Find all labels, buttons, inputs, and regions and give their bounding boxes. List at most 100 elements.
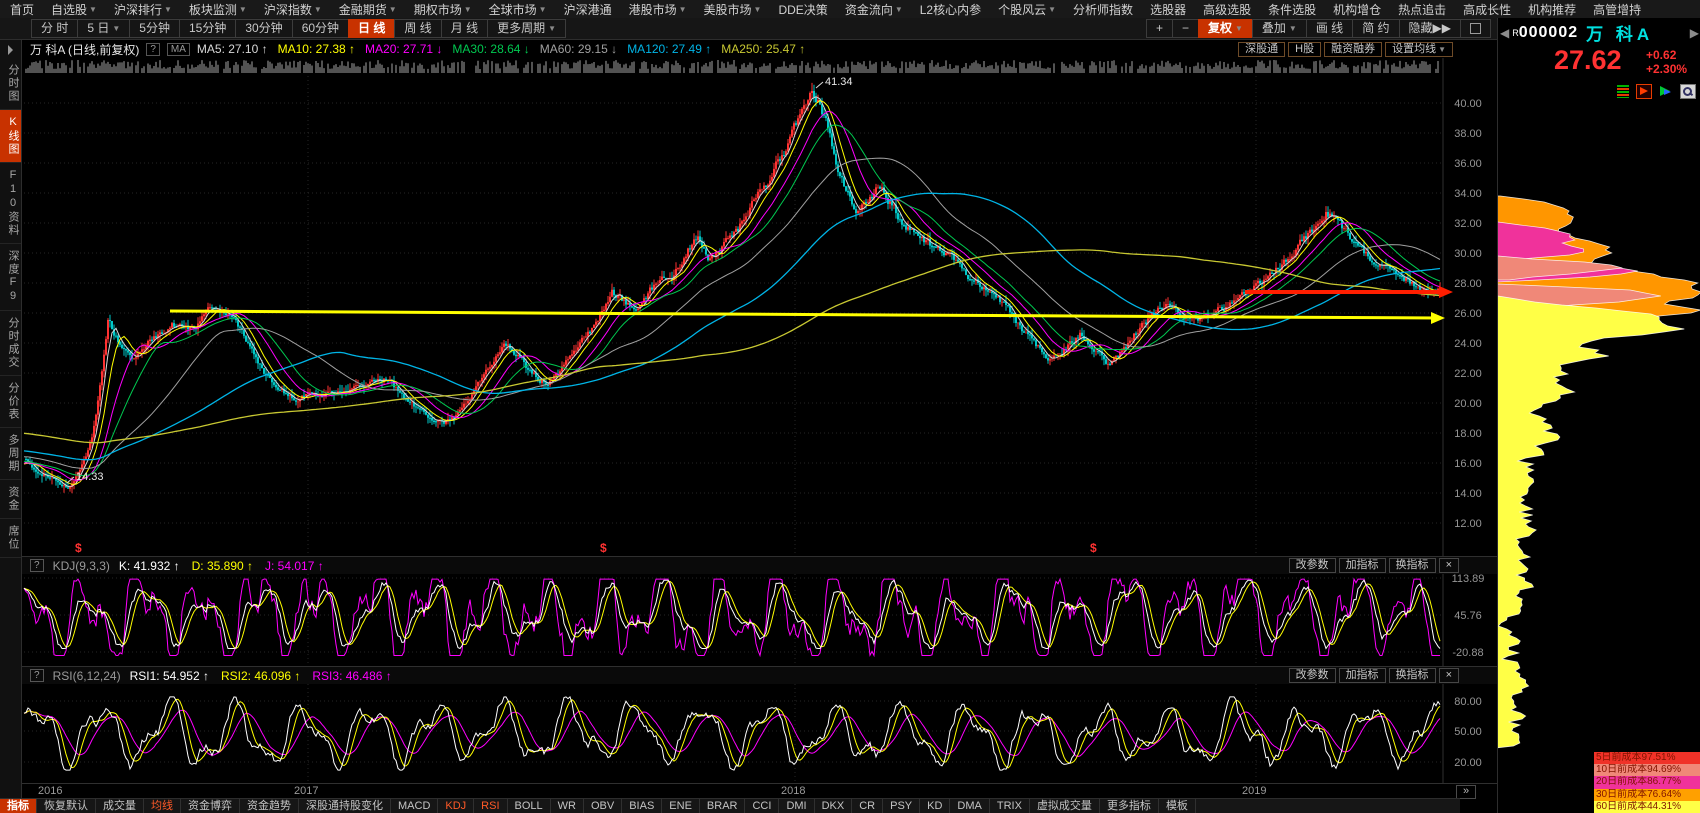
period-8[interactable]: 月 线 xyxy=(440,19,489,38)
menu-item-17[interactable]: 高级选股 xyxy=(1203,1,1251,18)
sidebar-item-6[interactable]: 多周期 xyxy=(0,428,21,480)
prev-stock-icon[interactable]: ◀ xyxy=(1498,26,1511,40)
sidebar-item-2[interactable]: F10资料 xyxy=(0,163,21,244)
magnifier-icon[interactable] xyxy=(1680,84,1696,99)
rsi-chart-canvas[interactable]: 80.00 50.00 20.00 xyxy=(22,684,1497,783)
period-7[interactable]: 周 线 xyxy=(394,19,442,38)
chart-btn-3[interactable]: 设置均线 ▼ xyxy=(1385,41,1453,57)
tool-4[interactable]: 画 线 xyxy=(1305,19,1354,38)
close-icon[interactable]: × xyxy=(1438,668,1459,683)
period-2[interactable]: 5分钟 xyxy=(129,19,180,38)
menu-item-14[interactable]: 个股风云 ▼ xyxy=(998,1,1056,18)
help-icon[interactable]: ? xyxy=(30,669,44,682)
pane-btn-1[interactable]: 加指标 xyxy=(1338,558,1386,573)
menu-item-13[interactable]: L2核心内参 xyxy=(920,1,981,18)
period-6[interactable]: 日 线 xyxy=(348,19,396,38)
period-4[interactable]: 30分钟 xyxy=(235,19,293,38)
indicator-tab-恢复默认[interactable]: 恢复默认 xyxy=(37,799,96,813)
period-0[interactable]: 分 时 xyxy=(31,19,79,38)
ma-toggle[interactable]: MA xyxy=(166,42,190,56)
sidebar-item-3[interactable]: 深度F9 xyxy=(0,244,21,311)
menu-item-0[interactable]: 首页 xyxy=(10,1,34,18)
indicator-tab-模板[interactable]: 模板 xyxy=(1159,799,1196,813)
menu-item-3[interactable]: 板块监测 ▼ xyxy=(189,1,247,18)
next-stock-icon[interactable]: ▶ xyxy=(1688,26,1700,40)
indicator-tab-CCI[interactable]: CCI xyxy=(745,799,780,813)
collapse-sidebar-icon[interactable] xyxy=(8,45,13,55)
period-1[interactable]: 5 日 ▼ xyxy=(77,19,131,38)
indicator-tab-BOLL[interactable]: BOLL xyxy=(508,799,551,813)
indicator-tab-BIAS[interactable]: BIAS xyxy=(622,799,663,813)
indicator-tab-资金趋势[interactable]: 资金趋势 xyxy=(240,799,299,813)
help-icon[interactable]: ? xyxy=(146,42,160,56)
indicator-tab-RSI[interactable]: RSI xyxy=(474,799,508,813)
menu-item-16[interactable]: 选股器 xyxy=(1150,1,1186,18)
indicator-tab-ENE[interactable]: ENE xyxy=(662,799,700,813)
indicator-tab-虚拟成交量[interactable]: 虚拟成交量 xyxy=(1030,799,1100,813)
sidebar-item-0[interactable]: 分时图 xyxy=(0,58,21,110)
menu-item-4[interactable]: 沪深指数 ▼ xyxy=(264,1,322,18)
menu-item-9[interactable]: 港股市场 ▼ xyxy=(629,1,687,18)
sidebar-item-8[interactable]: 席位 xyxy=(0,519,21,558)
menu-item-8[interactable]: 沪深港通 xyxy=(564,1,612,18)
sidebar-item-1[interactable]: K线图 xyxy=(0,110,21,163)
play-green-icon[interactable] xyxy=(1659,85,1673,98)
indicator-tab-CR[interactable]: CR xyxy=(852,799,884,813)
chart-btn-2[interactable]: 融资融券 xyxy=(1324,41,1383,57)
indicator-tab-MACD[interactable]: MACD xyxy=(391,799,439,813)
play-red-icon[interactable] xyxy=(1636,84,1652,99)
indicator-tab-PSY[interactable]: PSY xyxy=(883,799,921,813)
sidebar-item-4[interactable]: 分时成交 xyxy=(0,311,21,376)
menu-item-5[interactable]: 金融期货 ▼ xyxy=(339,1,397,18)
main-chart-canvas[interactable]: 40.00 38.00 36.00 34.00 32.00 30.00 28.00 26.00… xyxy=(22,58,1497,556)
kdj-chart-canvas[interactable]: 113.89 45.76 -20.88 xyxy=(22,574,1497,666)
indicator-tab-BRAR[interactable]: BRAR xyxy=(700,799,746,813)
menu-item-15[interactable]: 分析师指数 xyxy=(1073,1,1133,18)
sidebar-item-7[interactable]: 资金 xyxy=(0,480,21,519)
menu-item-2[interactable]: 沪深排行 ▼ xyxy=(114,1,172,18)
tool-1[interactable]: − xyxy=(1171,19,1199,38)
indicator-tab-KDJ[interactable]: KDJ xyxy=(438,799,475,813)
menu-item-19[interactable]: 机构增仓 xyxy=(1333,1,1381,18)
indicator-tab-资金博弈[interactable]: 资金博弈 xyxy=(181,799,240,813)
indicator-tab-指标[interactable]: 指标 xyxy=(0,799,37,813)
indicator-tab-WR[interactable]: WR xyxy=(551,799,584,813)
period-9[interactable]: 更多周期 ▼ xyxy=(487,19,567,38)
chart-btn-0[interactable]: 深股通 xyxy=(1238,41,1286,57)
pane-btn-0[interactable]: 改参数 xyxy=(1288,668,1336,683)
tool-0[interactable]: + xyxy=(1145,19,1173,38)
menu-item-12[interactable]: 资金流向 ▼ xyxy=(845,1,903,18)
pane-btn-0[interactable]: 改参数 xyxy=(1288,558,1336,573)
indicator-tab-TRIX[interactable]: TRIX xyxy=(990,799,1030,813)
period-5[interactable]: 60分钟 xyxy=(291,19,350,38)
tool-fullscreen[interactable] xyxy=(1460,19,1491,38)
sidebar-item-5[interactable]: 分价表 xyxy=(0,376,21,428)
menu-item-1[interactable]: 自选股 ▼ xyxy=(51,1,97,18)
expand-dates-button[interactable]: » xyxy=(1456,785,1476,799)
menu-item-7[interactable]: 全球市场 ▼ xyxy=(489,1,547,18)
pane-btn-2[interactable]: 换指标 xyxy=(1388,558,1436,573)
menu-item-18[interactable]: 条件选股 xyxy=(1268,1,1316,18)
menu-item-22[interactable]: 机构推荐 xyxy=(1528,1,1576,18)
chart-btn-1[interactable]: H股 xyxy=(1288,41,1322,57)
close-icon[interactable]: × xyxy=(1438,558,1459,573)
indicator-tab-成交量[interactable]: 成交量 xyxy=(96,799,144,813)
menu-item-21[interactable]: 高成长性 xyxy=(1463,1,1511,18)
menu-item-20[interactable]: 热点追击 xyxy=(1398,1,1446,18)
indicator-tab-深股通持股变化[interactable]: 深股通持股变化 xyxy=(299,799,391,813)
volume-profile-icon[interactable] xyxy=(1617,85,1629,98)
indicator-tab-更多指标[interactable]: 更多指标 xyxy=(1100,799,1159,813)
tool-2[interactable]: 复权 ▼ xyxy=(1197,19,1253,38)
indicator-tab-KD[interactable]: KD xyxy=(920,799,951,813)
tool-5[interactable]: 简 约 xyxy=(1352,19,1400,38)
pane-btn-2[interactable]: 换指标 xyxy=(1388,668,1436,683)
menu-item-23[interactable]: 高管增持 xyxy=(1593,1,1641,18)
indicator-tab-DKX[interactable]: DKX xyxy=(815,799,853,813)
tool-3[interactable]: 叠加 ▼ xyxy=(1251,19,1307,38)
menu-item-11[interactable]: DDE决策 xyxy=(778,1,827,18)
indicator-tab-DMI[interactable]: DMI xyxy=(779,799,815,813)
pane-btn-1[interactable]: 加指标 xyxy=(1338,668,1386,683)
indicator-tab-DMA[interactable]: DMA xyxy=(950,799,990,813)
tool-6[interactable]: 隐藏▶▶ xyxy=(1398,19,1461,38)
period-3[interactable]: 15分钟 xyxy=(178,19,237,38)
